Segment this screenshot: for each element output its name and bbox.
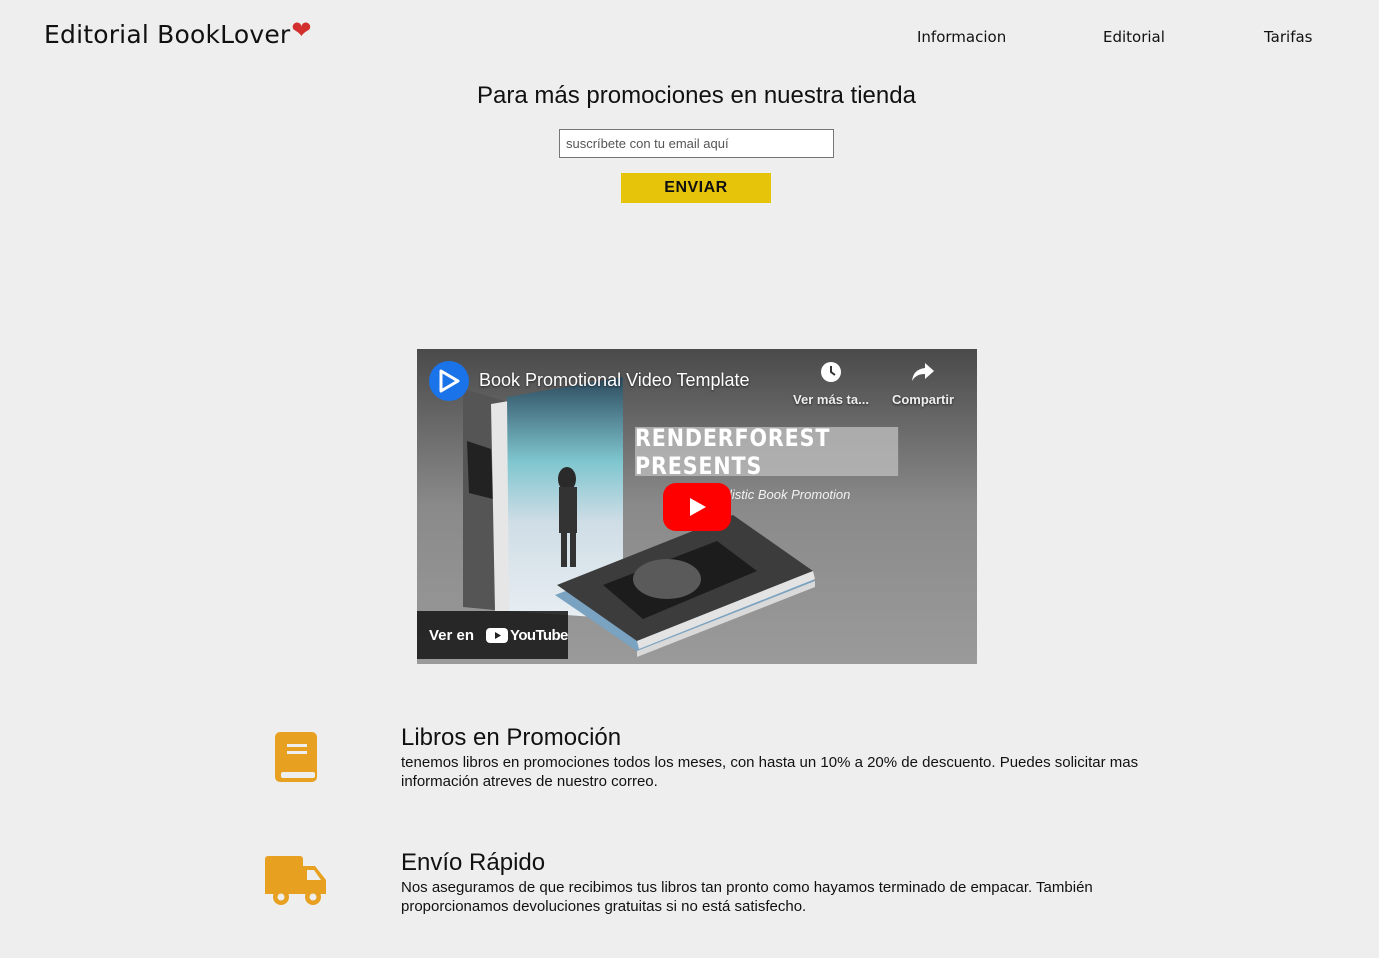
watch-on-label: Ver en [429, 626, 475, 644]
video-banner: RENDERFOREST PRESENTS [635, 424, 899, 480]
share-button[interactable]: Compartir [887, 361, 959, 407]
clock-icon [789, 361, 873, 387]
feature-text-promo: tenemos libros en promociones todos los … [401, 754, 1139, 790]
watch-on-youtube-button[interactable]: Ver en YouTube [417, 611, 568, 659]
truck-icon [265, 856, 326, 905]
brand-logo[interactable]: Editorial BookLover ❤ [44, 16, 312, 49]
play-icon [439, 369, 460, 393]
send-button[interactable]: ENVIAR [621, 173, 771, 203]
book-icon [275, 732, 317, 782]
nav-informacion[interactable]: Informacion [917, 28, 1006, 46]
promo-title: Para más promociones en nuestra tienda [477, 82, 916, 109]
feature-title-shipping: Envío Rápido [401, 849, 546, 876]
watch-later-label: Ver más ta... [793, 392, 869, 407]
feature-text-shipping: Nos aseguramos de que recibimos tus libr… [401, 879, 1093, 915]
play-triangle-icon [690, 498, 706, 516]
video-subtitle: listic Book Promotion [729, 487, 851, 502]
nav-tarifas[interactable]: Tarifas [1264, 28, 1313, 46]
youtube-embed[interactable]: Book Promotional Video Template Ver más … [417, 349, 977, 664]
youtube-logo: YouTube [486, 627, 568, 644]
brand-name: Editorial BookLover [44, 20, 291, 49]
share-label: Compartir [891, 392, 955, 407]
email-input[interactable] [559, 129, 834, 158]
video-title[interactable]: Book Promotional Video Template [479, 370, 750, 391]
nav-editorial[interactable]: Editorial [1103, 28, 1165, 46]
feature-title-promo: Libros en Promoción [401, 724, 622, 751]
heart-icon: ❤ [291, 16, 312, 44]
youtube-wordmark: YouTube [510, 626, 568, 644]
watch-later-button[interactable]: Ver más ta... [789, 361, 873, 407]
play-button[interactable] [663, 483, 731, 531]
channel-avatar[interactable] [429, 361, 469, 401]
youtube-icon [486, 627, 509, 643]
share-icon [887, 361, 959, 387]
page: Editorial BookLover ❤ Informacion Editor… [0, 0, 1379, 958]
